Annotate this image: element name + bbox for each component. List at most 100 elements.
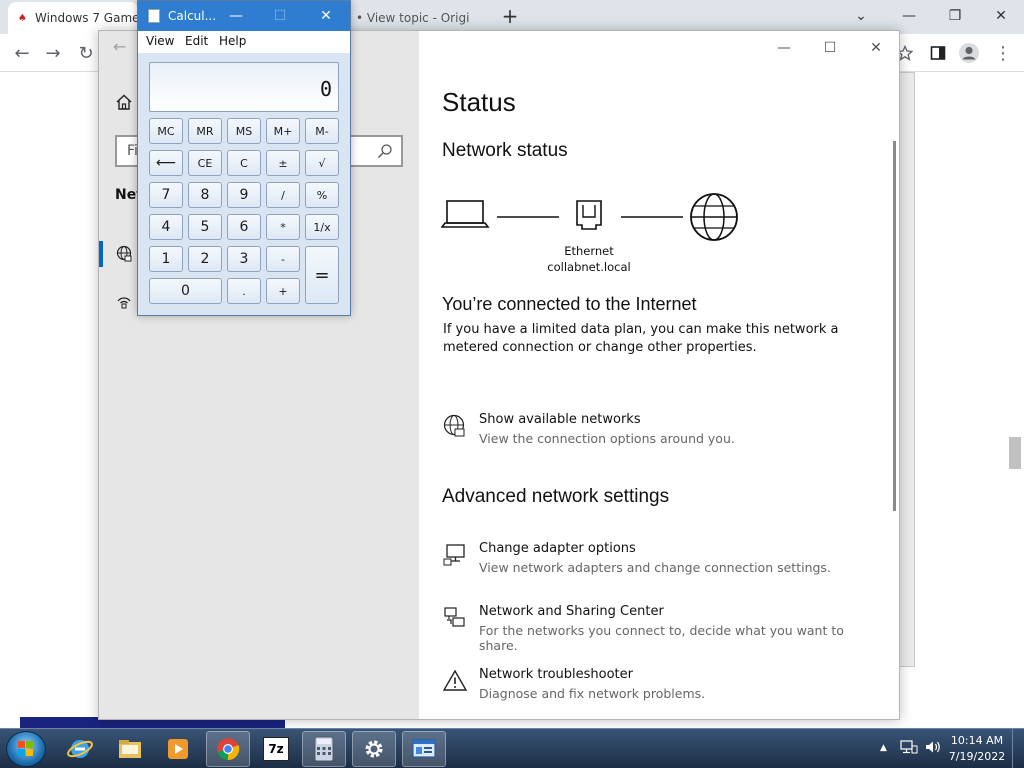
connected-description: If you have a limited data plan, you can… (443, 322, 839, 355)
key-minus[interactable]: - (266, 246, 300, 272)
key-9[interactable]: 9 (227, 182, 261, 208)
browser-close-button[interactable]: ✕ (978, 2, 1024, 30)
key-divide[interactable]: / (266, 182, 300, 208)
display-value: 0 (319, 77, 332, 101)
home-icon[interactable] (115, 93, 135, 113)
key-0[interactable]: 0 (149, 278, 222, 304)
volume-icon[interactable] (924, 739, 942, 759)
calculator-maximize-button[interactable]: ☐ (260, 4, 300, 28)
start-button[interactable] (6, 731, 46, 767)
card-game-icon: ♠ (18, 12, 27, 24)
search-icon[interactable] (377, 143, 393, 159)
calculator-taskbar-icon[interactable] (302, 731, 346, 767)
key-equals[interactable]: = (305, 246, 339, 304)
side-panel-icon[interactable] (925, 40, 951, 66)
chrome-icon[interactable] (206, 731, 250, 767)
calculator-close-button[interactable]: ✕ (306, 4, 346, 28)
internet-globe-icon (690, 193, 738, 241)
calculator-minimize-button[interactable]: — (216, 4, 256, 28)
tray-overflow-chevron[interactable]: ▲ (880, 743, 887, 753)
key-c[interactable]: C (227, 150, 261, 176)
ethernet-port-icon (576, 200, 602, 230)
calculator-display: 0 (149, 62, 339, 112)
settings-gear-icon[interactable] (352, 731, 396, 767)
globe-network-icon (443, 414, 467, 438)
key-ce[interactable]: CE (188, 150, 222, 176)
network-troubleshooter-link[interactable]: Network troubleshooter Diagnose and fix … (442, 667, 883, 709)
menu-view[interactable]: View (146, 34, 174, 48)
key-sqrt[interactable]: √ (305, 150, 339, 176)
key-7[interactable]: 7 (149, 182, 183, 208)
key-backspace[interactable]: ⟵ (149, 150, 183, 176)
connected-heading: You’re connected to the Internet (442, 294, 697, 314)
key-mr[interactable]: MR (188, 118, 222, 144)
warning-triangle-icon (442, 669, 468, 693)
media-player-icon[interactable] (156, 731, 200, 767)
link-title: Network and Sharing Center (479, 604, 664, 619)
file-explorer-icon[interactable] (108, 731, 152, 767)
internet-explorer-icon[interactable] (58, 731, 102, 767)
network-tray-icon[interactable] (900, 739, 918, 759)
browser-restore-button[interactable]: ❐ (932, 2, 978, 30)
browser-tab-title: • View topic - Origi (356, 11, 470, 25)
change-adapter-options-link[interactable]: Change adapter options View network adap… (443, 541, 883, 583)
profile-avatar-icon[interactable] (956, 40, 982, 66)
settings-main-pane: Status Network status Ethernet collabnet… (419, 31, 889, 719)
clock-date: 7/19/2022 (948, 750, 1006, 763)
network-sharing-center-link[interactable]: Network and Sharing Center For the netwo… (443, 604, 883, 653)
browser-reload-button[interactable]: ↻ (73, 40, 99, 66)
calculator-titlebar[interactable]: Calcul... — ☐ ✕ (138, 1, 350, 31)
key-m-minus[interactable]: M- (305, 118, 339, 144)
browser-minimize-button[interactable]: — (886, 2, 932, 30)
advanced-settings-heading: Advanced network settings (442, 486, 670, 507)
settings-back-button[interactable]: ← (113, 37, 126, 56)
key-multiply[interactable]: * (266, 214, 300, 240)
browser-back-button[interactable]: ← (9, 40, 35, 66)
browser-forward-button[interactable]: → (40, 40, 66, 66)
calculator-title: Calcul... (168, 9, 217, 23)
show-networks-link[interactable]: Show available networks View the connect… (443, 412, 883, 454)
link-subtitle: View network adapters and change connect… (479, 560, 831, 575)
network-status-heading: Network status (442, 140, 568, 161)
settings-scrollbar[interactable] (893, 141, 896, 511)
calculator-menubar: View Edit Help (138, 31, 350, 53)
key-mc[interactable]: MC (149, 118, 183, 144)
key-1[interactable]: 1 (149, 246, 183, 272)
menu-edit[interactable]: Edit (185, 34, 208, 48)
link-subtitle: View the connection options around you. (479, 431, 735, 446)
adapter-name: Ethernet (564, 244, 614, 258)
key-8[interactable]: 8 (188, 182, 222, 208)
key-6[interactable]: 6 (227, 214, 261, 240)
tab-search-button[interactable]: ⌄ (838, 2, 884, 30)
link-title: Show available networks (479, 412, 641, 427)
key-plus-minus[interactable]: ± (266, 150, 300, 176)
dialup-icon[interactable] (115, 293, 133, 311)
7zip-label: 7z (263, 737, 289, 761)
system-clock[interactable]: 10:14 AM 7/19/2022 (946, 733, 1008, 765)
show-desktop-button[interactable] (1012, 729, 1024, 768)
new-tab-button[interactable]: + (498, 4, 522, 28)
adapter-network: collabnet.local (547, 260, 631, 274)
key-4[interactable]: 4 (149, 214, 183, 240)
browser-scrollbar-thumb[interactable] (1009, 437, 1021, 469)
laptop-icon (441, 200, 490, 228)
key-3[interactable]: 3 (227, 246, 261, 272)
key-reciprocal[interactable]: 1/x (305, 214, 339, 240)
7zip-icon[interactable]: 7z (254, 731, 298, 767)
calculator-window: Calcul... — ☐ ✕ View Edit Help 0 MC MR M… (137, 0, 351, 316)
control-panel-icon[interactable] (402, 731, 446, 767)
calculator-app-icon (148, 9, 160, 23)
key-2[interactable]: 2 (188, 246, 222, 272)
globe-icon[interactable] (115, 245, 133, 263)
browser-menu-button[interactable]: ⋮ (990, 40, 1016, 66)
key-5[interactable]: 5 (188, 214, 222, 240)
link-subtitle: For the networks you connect to, decide … (479, 623, 844, 653)
key-decimal[interactable]: . (227, 278, 261, 304)
key-percent[interactable]: % (305, 182, 339, 208)
network-diagram (441, 193, 738, 241)
key-m-plus[interactable]: M+ (266, 118, 300, 144)
key-plus[interactable]: + (266, 278, 300, 304)
menu-help[interactable]: Help (219, 34, 246, 48)
key-ms[interactable]: MS (227, 118, 261, 144)
link-title: Change adapter options (479, 541, 636, 556)
